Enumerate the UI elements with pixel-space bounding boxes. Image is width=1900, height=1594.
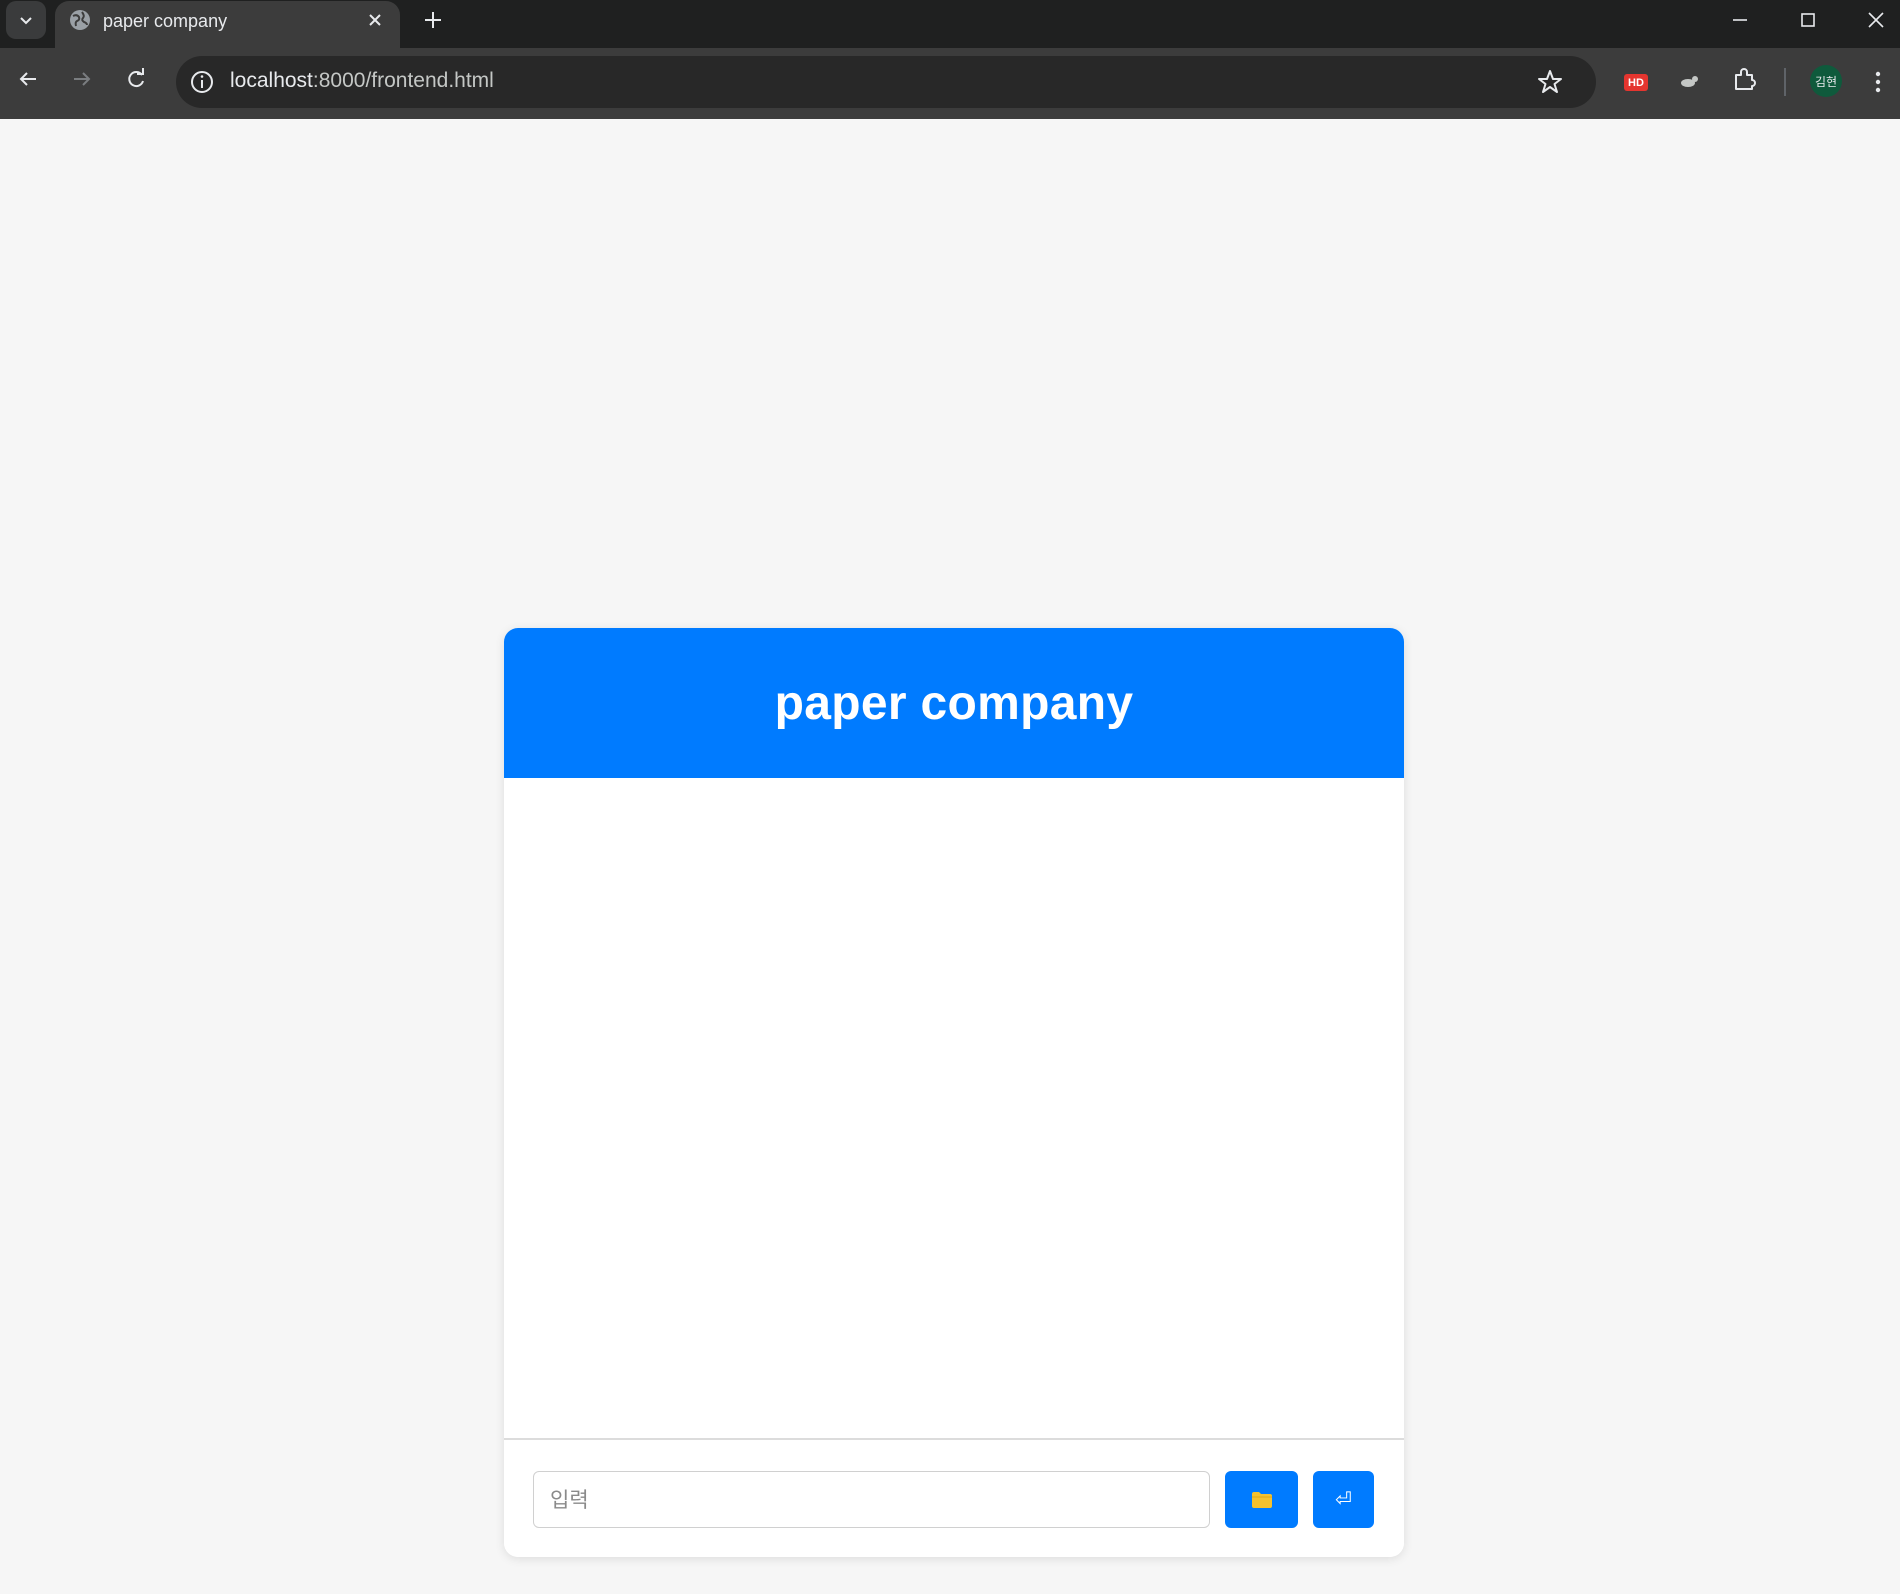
browser-tab-strip: paper company: [0, 0, 1900, 48]
chat-messages-area[interactable]: [504, 778, 1404, 1438]
more-vertical-icon[interactable]: [1868, 66, 1888, 98]
folder-icon: [1251, 1491, 1272, 1508]
window-close-icon[interactable]: [1862, 6, 1890, 34]
url-host: localhost: [230, 69, 313, 92]
close-icon[interactable]: [365, 10, 385, 30]
forward-arrow-icon[interactable]: [68, 65, 96, 93]
tab-search-button[interactable]: [6, 1, 46, 39]
extension-puzzle-small-icon[interactable]: [1678, 72, 1700, 92]
back-arrow-icon[interactable]: [14, 65, 42, 93]
maximize-icon[interactable]: [1794, 6, 1822, 34]
address-bar[interactable]: localhost:8000/frontend.html: [176, 56, 1596, 108]
send-button[interactable]: ⏎: [1313, 1471, 1374, 1528]
chat-container: paper company ⏎: [504, 628, 1404, 1557]
extensions-icon[interactable]: [1730, 66, 1758, 94]
reload-icon[interactable]: [122, 65, 150, 93]
chat-input-bar: ⏎: [504, 1438, 1404, 1557]
chat-title: paper company: [774, 676, 1134, 730]
page-viewport: paper company ⏎: [0, 119, 1900, 1594]
chat-header: paper company: [504, 628, 1404, 778]
enter-icon: ⏎: [1335, 1489, 1352, 1511]
message-input[interactable]: [533, 1471, 1210, 1528]
active-tab[interactable]: paper company: [55, 1, 400, 48]
profile-avatar[interactable]: 김현: [1810, 65, 1842, 97]
minimize-icon[interactable]: [1726, 6, 1754, 34]
url-text[interactable]: localhost:8000/frontend.html: [230, 69, 494, 93]
file-upload-button[interactable]: [1225, 1471, 1298, 1528]
info-icon[interactable]: [188, 68, 216, 96]
browser-toolbar: localhost:8000/frontend.html HD 김현: [0, 48, 1900, 119]
toolbar-divider: [1784, 68, 1786, 96]
chevron-down-icon: [20, 17, 32, 25]
hd-extension-badge[interactable]: HD: [1624, 74, 1648, 91]
new-tab-plus-icon[interactable]: [420, 7, 446, 33]
url-path: :8000/frontend.html: [312, 69, 494, 92]
globe-icon: [70, 10, 90, 30]
tab-title: paper company: [103, 11, 228, 31]
bookmark-star-icon[interactable]: [1536, 68, 1564, 96]
